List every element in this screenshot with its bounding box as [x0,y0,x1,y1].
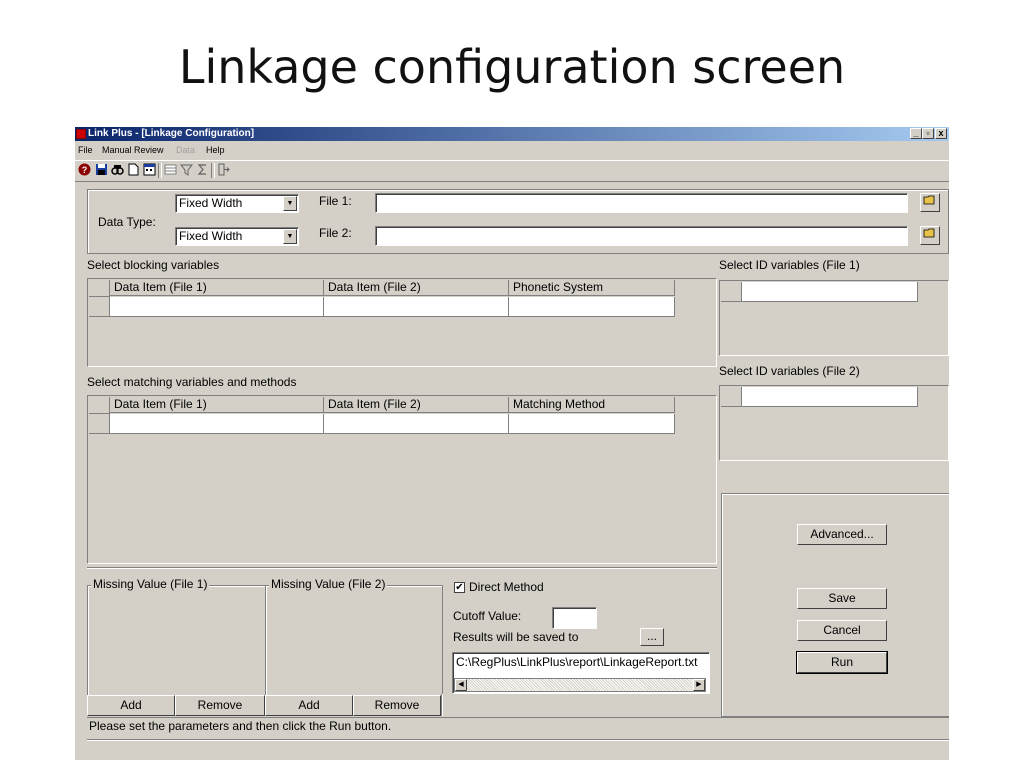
scroll-left-icon[interactable]: ◀ [455,679,467,691]
id-file1-title: Select ID variables (File 1) [719,258,860,272]
missing-file2-add-button[interactable]: Add [265,695,353,716]
direct-method-checkbox[interactable]: ✔ [454,582,465,593]
grid-corner [89,280,110,297]
status-bar: Please set the parameters and then click… [87,717,949,734]
cancel-button[interactable]: Cancel [797,620,887,641]
missing-file2-group [265,585,443,697]
blocking-col-file2[interactable]: Data Item (File 2) [324,280,509,296]
table-cell[interactable] [742,282,918,302]
find-icon[interactable] [110,163,124,177]
file1-type-select[interactable]: Fixed Width ▼ [175,194,299,213]
chevron-down-icon: ▼ [283,196,297,211]
table-cell[interactable] [110,297,324,317]
chevron-down-icon: ▼ [283,229,297,244]
missing-file1-group [87,585,267,697]
matching-grid[interactable]: Data Item (File 1) Data Item (File 2) Ma… [87,395,717,564]
exit-icon[interactable] [216,163,230,177]
missing-file2-title: Missing Value (File 2) [269,577,388,591]
results-path-text: C:\RegPlus\LinkPlus\report\LinkageReport… [456,655,698,669]
toolbar-separator [158,163,162,178]
run-button[interactable]: Run [796,651,888,674]
table-cell[interactable] [324,297,509,317]
missing-file1-remove-button[interactable]: Remove [175,695,265,716]
new-document-icon[interactable] [126,163,140,177]
advanced-button[interactable]: Advanced... [797,524,887,545]
file2-path-input[interactable] [375,226,908,246]
table-cell[interactable] [110,414,324,434]
menu-manual-review[interactable]: Manual Review [102,142,164,158]
close-button[interactable]: x [935,128,947,139]
table-cell[interactable] [324,414,509,434]
file1-label: File 1: [319,194,352,208]
cutoff-input[interactable] [552,607,597,629]
menu-bar: File Manual Review Data Help [75,142,949,158]
results-browse-button[interactable]: ... [640,628,664,646]
matching-col-file1[interactable]: Data Item (File 1) [110,397,324,413]
id-file2-grid[interactable] [719,385,949,461]
table-cell[interactable] [742,387,918,407]
blocking-col-phonetic[interactable]: Phonetic System [509,280,675,296]
blocking-title: Select blocking variables [87,258,220,272]
scroll-right-icon[interactable]: ▶ [693,679,705,691]
file2-label: File 2: [319,226,352,240]
matching-col-method[interactable]: Matching Method [509,397,675,413]
blocking-col-file1[interactable]: Data Item (File 1) [110,280,324,296]
file2-type-value: Fixed Width [179,229,243,243]
calendar-icon[interactable] [142,163,156,177]
menu-help[interactable]: Help [206,142,225,158]
app-window: Link Plus - [Linkage Configuration] _ ▫ … [75,127,949,760]
file1-browse-button[interactable] [920,193,940,212]
save-icon[interactable] [94,163,108,177]
row-header[interactable] [89,297,110,317]
row-header[interactable] [89,414,110,434]
window-title: Link Plus - [Linkage Configuration] [88,128,255,139]
file1-path-input[interactable] [375,193,908,213]
options-divider [441,694,443,716]
toolbar-separator [211,163,215,178]
grid-corner [89,397,110,414]
id-file1-grid[interactable] [719,280,949,356]
row-header[interactable] [721,282,742,302]
blocking-grid[interactable]: Data Item (File 1) Data Item (File 2) Ph… [87,278,717,367]
horizontal-scrollbar[interactable]: ◀ ▶ [454,678,706,692]
table-cell[interactable] [509,414,675,434]
file2-browse-button[interactable] [920,226,940,245]
results-path-input[interactable]: C:\RegPlus\LinkPlus\report\LinkageReport… [452,652,710,694]
file2-type-select[interactable]: Fixed Width ▼ [175,227,299,246]
open-folder-icon [923,195,937,209]
row-header[interactable] [721,387,742,407]
save-button[interactable]: Save [797,588,887,609]
cutoff-label: Cutoff Value: [453,609,522,623]
help-icon[interactable]: ? [77,163,91,177]
matching-title: Select matching variables and methods [87,375,297,389]
missing-file1-title: Missing Value (File 1) [91,577,210,591]
table-icon[interactable] [163,163,177,177]
slide-title: Linkage configuration screen [178,40,846,94]
file1-type-value: Fixed Width [179,196,243,210]
sum-icon[interactable] [195,163,209,177]
menu-file[interactable]: File [78,142,93,158]
checkmark-icon: ✔ [455,582,464,593]
id-file2-title: Select ID variables (File 2) [719,364,860,378]
section-divider [87,567,717,569]
svg-text:?: ? [81,165,87,175]
minimize-button[interactable]: _ [910,128,922,139]
open-folder-icon [923,228,937,242]
data-type-label: Data Type: [98,215,156,229]
toolbar: ? [75,160,949,182]
window-titlebar: Link Plus - [Linkage Configuration] _ ▫ … [75,127,949,141]
results-label: Results will be saved to [453,630,579,644]
menu-data[interactable]: Data [176,142,195,158]
restore-button[interactable]: ▫ [922,128,934,139]
app-icon [76,129,86,139]
filter-icon[interactable] [179,163,193,177]
matching-col-file2[interactable]: Data Item (File 2) [324,397,509,413]
table-cell[interactable] [509,297,675,317]
bottom-divider [87,739,949,741]
missing-file2-remove-button[interactable]: Remove [353,695,441,716]
direct-method-label: Direct Method [469,580,544,594]
missing-file1-add-button[interactable]: Add [87,695,175,716]
